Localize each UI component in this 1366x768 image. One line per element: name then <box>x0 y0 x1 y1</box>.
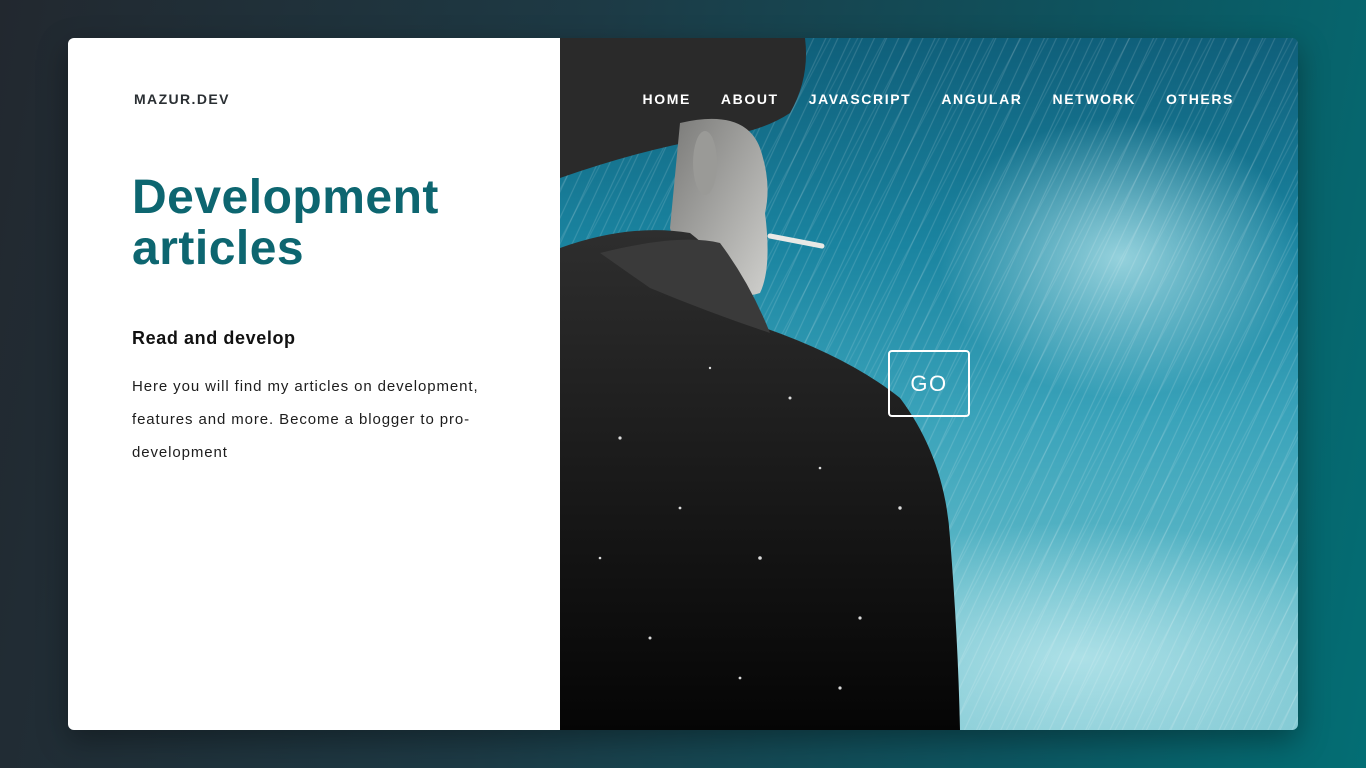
nav-item-others[interactable]: OTHERS <box>1166 91 1234 107</box>
go-button[interactable]: GO <box>888 350 970 417</box>
hero-text-panel: MAZUR.DEV Development articles Read and … <box>68 38 560 730</box>
site-logo[interactable]: MAZUR.DEV <box>134 91 230 107</box>
hero-image-panel: HOME ABOUT JAVASCRIPT ANGULAR NETWORK OT… <box>560 38 1298 730</box>
nav-item-angular[interactable]: ANGULAR <box>941 91 1022 107</box>
nav-item-network[interactable]: NETWORK <box>1053 91 1137 107</box>
page-subtitle: Read and develop <box>132 328 296 348</box>
nav-item-home[interactable]: HOME <box>643 91 691 107</box>
page-title: Development articles <box>132 171 439 275</box>
main-nav: HOME ABOUT JAVASCRIPT ANGULAR NETWORK OT… <box>643 91 1234 107</box>
nav-item-about[interactable]: ABOUT <box>721 91 779 107</box>
hero-card: MAZUR.DEV Development articles Read and … <box>68 38 1298 730</box>
page-description: Here you will find my articles on develo… <box>132 378 479 461</box>
nav-item-javascript[interactable]: JAVASCRIPT <box>809 91 912 107</box>
